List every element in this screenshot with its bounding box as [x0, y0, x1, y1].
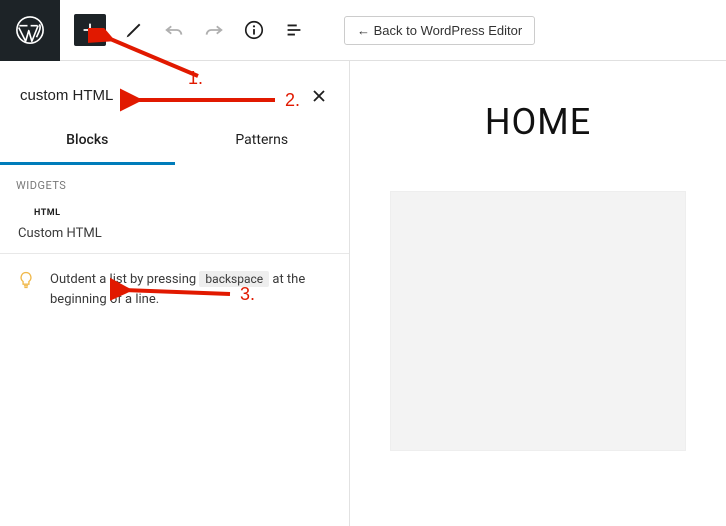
tip-kbd: backspace [199, 271, 269, 287]
tip-text: Outdent a list by pressing backspace at … [50, 270, 333, 309]
undo-button[interactable] [156, 12, 192, 48]
tab-patterns[interactable]: Patterns [175, 118, 350, 165]
redo-button[interactable] [196, 12, 232, 48]
edit-button[interactable] [116, 12, 152, 48]
tab-blocks[interactable]: Blocks [0, 118, 175, 165]
content-placeholder[interactable] [390, 191, 686, 451]
pencil-icon [123, 19, 145, 41]
block-search-input[interactable] [16, 81, 305, 110]
plus-icon [79, 19, 101, 41]
info-button[interactable] [236, 12, 272, 48]
tip-row: Outdent a list by pressing backspace at … [0, 253, 349, 325]
inserter-tabs: Blocks Patterns [0, 118, 349, 165]
redo-icon [203, 19, 225, 41]
top-toolbar: ← Back to WordPress Editor [0, 0, 726, 61]
lightbulb-icon [16, 270, 36, 309]
info-icon [243, 19, 265, 41]
wordpress-logo[interactable] [0, 0, 60, 61]
outline-button[interactable] [276, 12, 312, 48]
block-custom-html[interactable]: HTML Custom HTML [0, 198, 349, 253]
block-inserter-panel: Blocks Patterns Widgets HTML Custom HTML… [0, 61, 350, 526]
tool-buttons: ← Back to WordPress Editor [60, 12, 541, 48]
undo-icon [163, 19, 185, 41]
editor-canvas[interactable]: HOME [350, 61, 726, 526]
search-row [0, 61, 349, 118]
close-icon [311, 88, 327, 104]
add-block-button[interactable] [74, 14, 106, 46]
block-name-label: Custom HTML [16, 226, 333, 241]
list-icon [283, 19, 305, 41]
back-to-editor-button[interactable]: ← Back to WordPress Editor [344, 16, 535, 45]
html-icon: HTML [16, 204, 333, 226]
page-title[interactable]: HOME [380, 101, 696, 143]
wordpress-icon [15, 15, 45, 45]
tip-pre: Outdent a list by pressing [50, 272, 199, 287]
main-area: Blocks Patterns Widgets HTML Custom HTML… [0, 61, 726, 526]
section-widgets-label: Widgets [0, 165, 349, 198]
close-inserter-button[interactable] [305, 82, 333, 110]
